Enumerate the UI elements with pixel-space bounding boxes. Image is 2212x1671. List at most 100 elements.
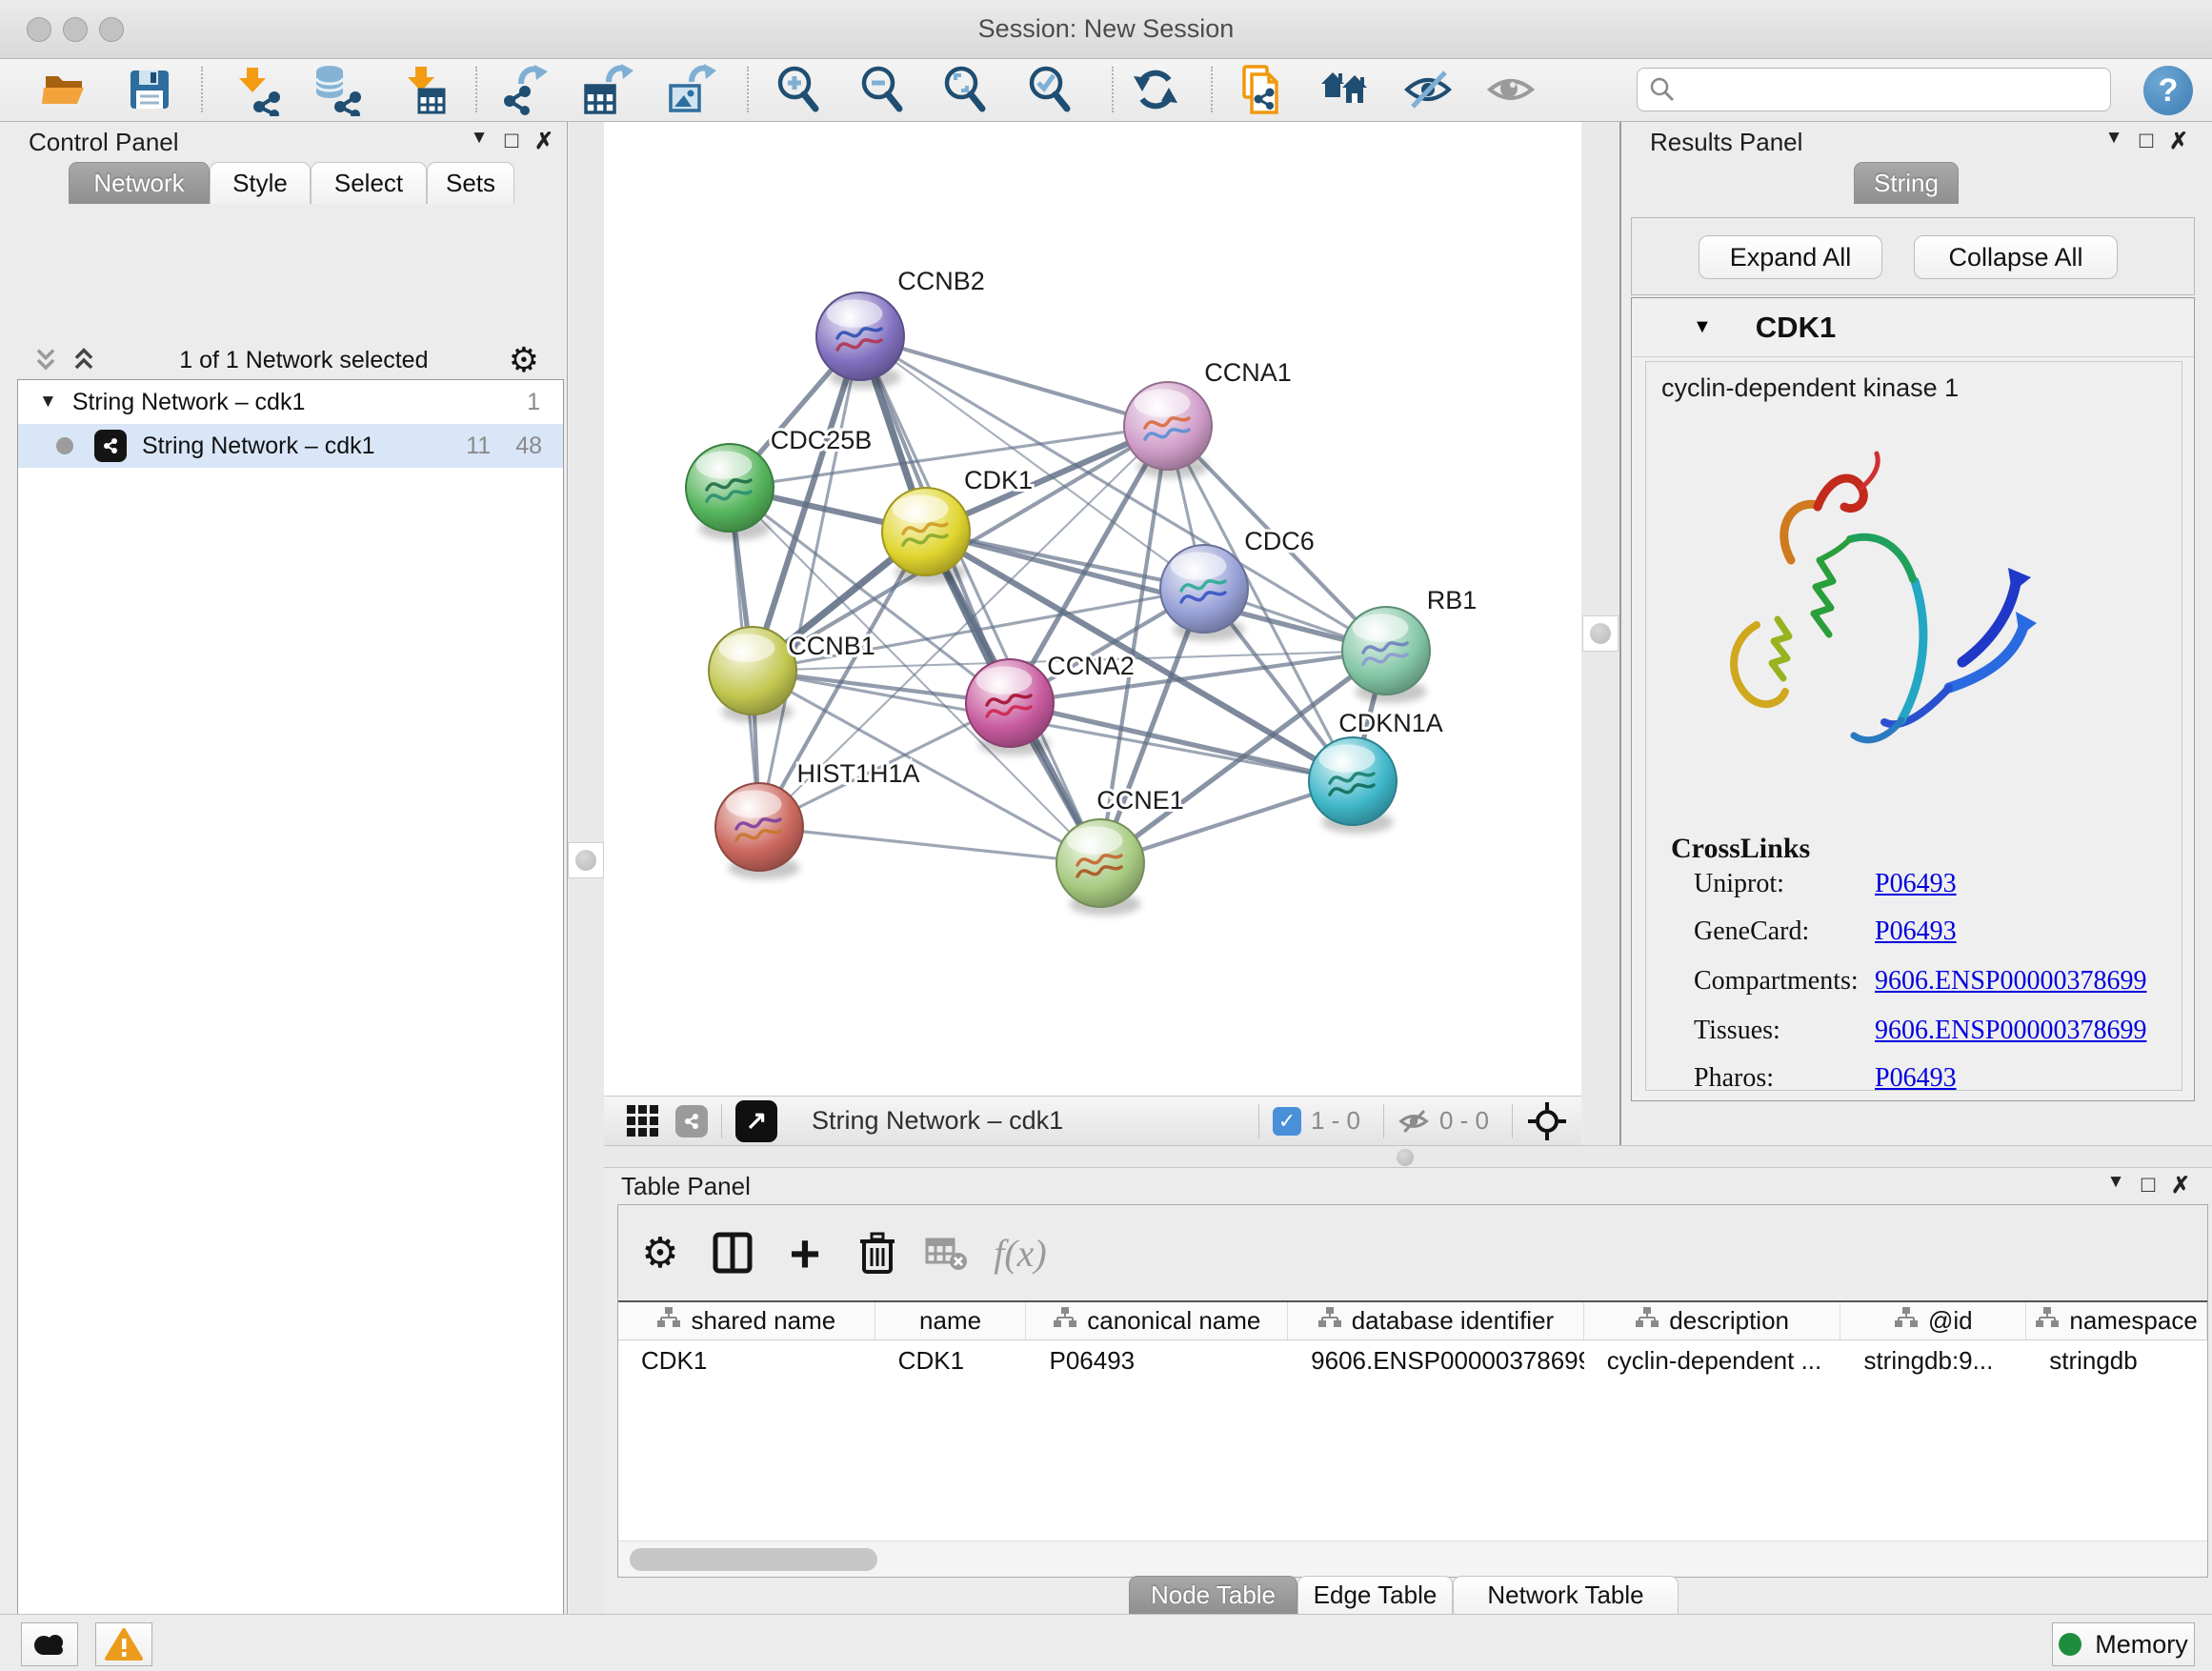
import-table-file-icon[interactable] <box>393 61 456 118</box>
horizontal-scrollbar[interactable] <box>618 1540 2207 1577</box>
column-header-name[interactable]: name <box>875 1302 1027 1339</box>
first-neighbors-icon[interactable] <box>1313 61 1376 118</box>
export-table-icon[interactable] <box>575 61 638 118</box>
node-CDKN1A[interactable]: CDKN1A <box>1309 709 1443 834</box>
warnings-status-button[interactable] <box>95 1622 152 1666</box>
import-network-database-icon[interactable] <box>306 61 369 118</box>
show-hidden-eye-icon[interactable] <box>1479 61 1542 118</box>
node-HIST1H1A[interactable]: HIST1H1A <box>715 759 920 879</box>
panel-close-icon[interactable]: ✗ <box>2164 1172 2197 1199</box>
protein-card-header[interactable]: ▼ CDK1 <box>1632 298 2194 357</box>
zoom-out-icon[interactable] <box>851 61 914 118</box>
add-column-plus-icon[interactable]: + <box>774 1222 835 1283</box>
hide-selected-eye-slash-icon[interactable] <box>1397 61 1459 118</box>
vertical-splitter-left[interactable] <box>569 122 604 1614</box>
tab-sets[interactable]: Sets <box>427 162 514 204</box>
network-row-selected[interactable]: String Network – cdk1 11 48 <box>18 424 563 468</box>
detach-view-icon[interactable]: ↗ <box>735 1100 777 1142</box>
tree-expand-caret-icon[interactable]: ▼ <box>39 392 57 413</box>
collapse-all-chevron-icon[interactable] <box>69 346 99 374</box>
tab-network[interactable]: Network <box>69 162 210 204</box>
cloud-status-button[interactable] <box>21 1622 78 1666</box>
save-session-icon[interactable] <box>118 61 181 118</box>
string-import-icon[interactable] <box>1228 61 1291 118</box>
vertical-splitter-right[interactable] <box>1582 122 1619 1145</box>
node-RB1[interactable]: RB1 <box>1342 586 1477 703</box>
zoom-fit-icon[interactable] <box>934 61 996 118</box>
node-CDC25B[interactable]: CDC25B <box>686 426 872 540</box>
cell-canonical-name[interactable]: P06493 <box>1026 1340 1288 1380</box>
memory-status-button[interactable]: Memory <box>2052 1622 2195 1666</box>
uniprot-link[interactable]: P06493 <box>1875 869 1957 899</box>
compartments-link[interactable]: 9606.ENSP00000378699 <box>1875 966 2146 997</box>
splitter-handle[interactable] <box>1397 1149 1414 1166</box>
pharos-link[interactable]: P06493 <box>1875 1063 1957 1094</box>
show-columns-icon[interactable] <box>702 1222 763 1283</box>
panel-close-icon[interactable]: ✗ <box>528 128 560 155</box>
cell-namespace[interactable]: stringdb <box>2026 1340 2207 1380</box>
panel-close-icon[interactable]: ✗ <box>2162 128 2195 155</box>
panel-maximize-icon[interactable]: □ <box>2132 1172 2164 1199</box>
network-canvas[interactable]: CCNB2CCNA1CDC25BCDK1CDC6RB1CCNB1CCNA2CDK… <box>604 122 1581 1096</box>
node-CCNB2[interactable]: CCNB2 <box>816 267 985 389</box>
tissues-link[interactable]: 9606.ENSP00000378699 <box>1875 1016 2146 1046</box>
tab-edge-table[interactable]: Edge Table <box>1297 1576 1453 1614</box>
tab-style[interactable]: Style <box>210 162 311 204</box>
cell-description[interactable]: cyclin-dependent ... <box>1584 1340 1841 1380</box>
panel-collapse-icon[interactable]: ▼ <box>2100 1172 2132 1199</box>
cell-shared-name[interactable]: CDK1 <box>618 1340 875 1380</box>
tab-network-table[interactable]: Network Table <box>1453 1576 1679 1614</box>
panel-collapse-icon[interactable]: ▼ <box>463 128 495 155</box>
node-CCNB1[interactable]: CCNB1 <box>709 627 875 723</box>
column-header-canonical-name[interactable]: canonical name <box>1026 1302 1288 1339</box>
import-network-file-icon[interactable] <box>226 61 289 118</box>
cell-database-identifier[interactable]: 9606.ENSP00000378699 <box>1288 1340 1584 1380</box>
refresh-view-icon[interactable] <box>1124 61 1187 118</box>
search-input[interactable] <box>1685 76 2099 103</box>
view-grid-icon[interactable] <box>627 1105 658 1137</box>
node-CDK1[interactable]: CDK1 <box>882 466 1033 584</box>
collapse-all-button[interactable]: Collapse All <box>1914 235 2118 279</box>
scrollbar-thumb[interactable] <box>630 1548 877 1571</box>
expand-all-chevron-icon[interactable] <box>30 346 61 374</box>
string-network-graph[interactable]: CCNB2CCNA1CDC25BCDK1CDC6RB1CCNB1CCNA2CDK… <box>604 122 1581 1096</box>
column-header-@id[interactable]: @id <box>1840 1302 2026 1339</box>
column-header-description[interactable]: description <box>1584 1302 1841 1339</box>
panel-maximize-icon[interactable]: □ <box>495 128 528 155</box>
panel-maximize-icon[interactable]: □ <box>2130 128 2162 155</box>
cell-name[interactable]: CDK1 <box>875 1340 1027 1380</box>
column-header-shared-name[interactable]: shared name <box>618 1302 875 1339</box>
splitter-handle[interactable] <box>568 842 604 878</box>
network-collection-row[interactable]: ▼ String Network – cdk1 1 <box>18 380 563 424</box>
edge-CCNB2-CCNA1[interactable] <box>860 336 1168 426</box>
export-network-icon[interactable] <box>492 61 554 118</box>
selected-checkbox-icon[interactable]: ✓ <box>1273 1107 1301 1136</box>
help-button[interactable]: ? <box>2143 66 2193 115</box>
table-row[interactable]: CDK1CDK1P064939606.ENSP00000378699cyclin… <box>618 1340 2207 1380</box>
expand-all-button[interactable]: Expand All <box>1699 235 1882 279</box>
zoom-in-icon[interactable] <box>767 61 830 118</box>
node-CCNA2[interactable]: CCNA2 <box>966 652 1135 755</box>
tab-string-results[interactable]: String <box>1854 162 1959 204</box>
panel-collapse-icon[interactable]: ▼ <box>2098 128 2130 155</box>
tab-node-table[interactable]: Node Table <box>1129 1576 1297 1614</box>
splitter-handle[interactable] <box>1582 615 1619 652</box>
edge-CCNB2-HIST1H1A[interactable] <box>759 336 860 827</box>
edge-HIST1H1A-CCNE1[interactable] <box>759 827 1100 863</box>
horizontal-splitter[interactable] <box>604 1145 2212 1168</box>
birdseye-navigator-icon[interactable] <box>1526 1100 1568 1142</box>
node-CCNA1[interactable]: CCNA1 <box>1124 358 1292 478</box>
protein-collapse-caret-icon[interactable]: ▼ <box>1693 316 1712 338</box>
cell-@id[interactable]: stringdb:9... <box>1840 1340 2026 1380</box>
open-session-icon[interactable] <box>33 61 96 118</box>
network-list-gear-icon[interactable]: ⚙ <box>509 340 539 380</box>
export-image-icon[interactable] <box>658 61 721 118</box>
string-view-badge-icon[interactable] <box>675 1105 708 1137</box>
zoom-selected-icon[interactable] <box>1018 61 1081 118</box>
column-header-namespace[interactable]: namespace <box>2026 1302 2207 1339</box>
column-header-database-identifier[interactable]: database identifier <box>1288 1302 1584 1339</box>
genecard-link[interactable]: P06493 <box>1875 916 1957 947</box>
table-settings-gear-icon[interactable]: ⚙ <box>630 1222 691 1283</box>
tab-select[interactable]: Select <box>311 162 427 204</box>
delete-column-trash-icon[interactable] <box>847 1222 908 1283</box>
